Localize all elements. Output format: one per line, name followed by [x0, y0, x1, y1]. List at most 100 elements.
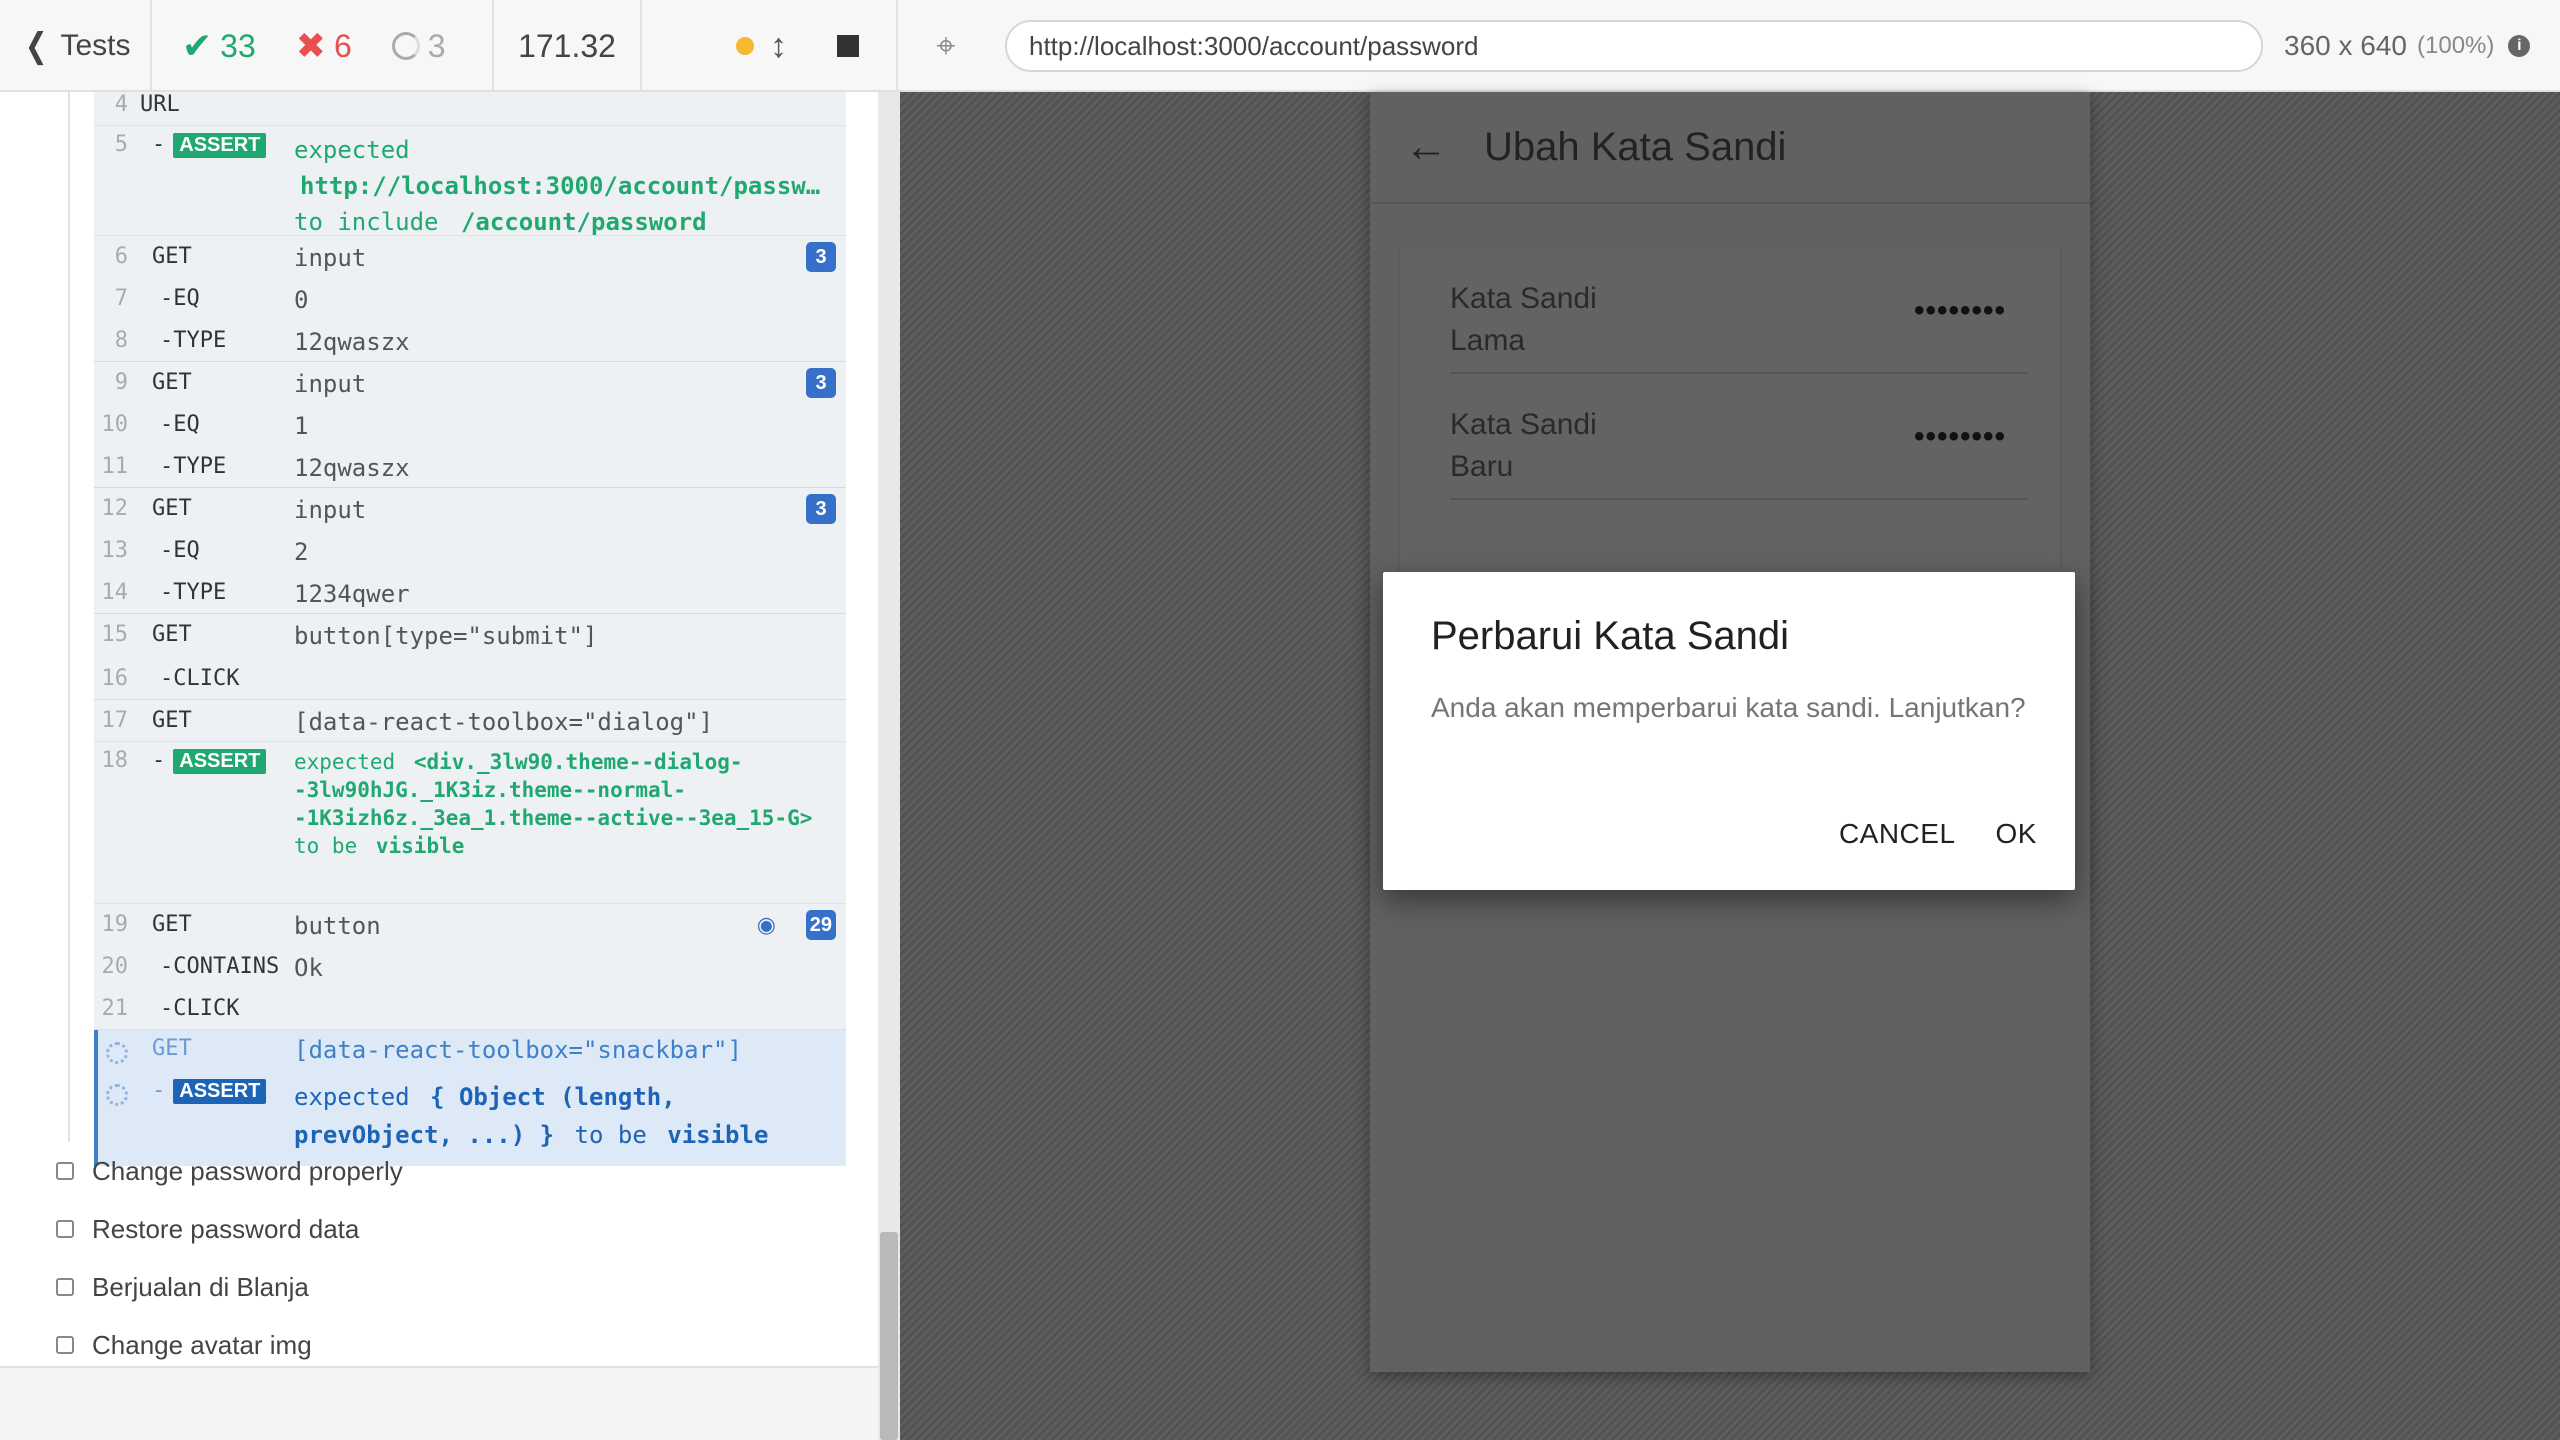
command-name: -CONTAINS — [160, 954, 280, 979]
collapsed-test-icon — [56, 1336, 74, 1354]
label-line-1: Kata Sandi — [1450, 408, 1597, 441]
line-number: 5 — [114, 132, 128, 157]
old-password-label: Kata Sandi Lama — [1450, 278, 1597, 362]
command-log: 4 URL 5 - ASSERT expected http://localhos… — [94, 92, 846, 1166]
pending-count: 3 — [427, 27, 446, 64]
line-number: 19 — [101, 912, 129, 937]
assert-expected: expected — [294, 136, 410, 164]
log-row[interactable]: 9 GET input 3 — [94, 362, 846, 404]
selector-playground-button[interactable]: ⌖ — [898, 0, 994, 92]
command-message: input — [294, 496, 367, 524]
x-icon: ✖ — [295, 25, 326, 66]
viewport-info: 360 x 640 (100%) i — [2284, 0, 2531, 92]
assert-value: { Object (length, — [430, 1083, 676, 1111]
test-item[interactable]: Restore password data — [56, 1200, 836, 1258]
auto-scroll-icon[interactable]: ↕ — [770, 27, 787, 66]
assert-target: visible — [375, 834, 465, 858]
log-row[interactable]: 7 -EQ 0 — [94, 278, 846, 320]
log-row[interactable]: 10 -EQ 1 — [94, 404, 846, 446]
tests-label: Tests — [60, 29, 131, 62]
log-row[interactable]: 8 -TYPE 12qwaszx — [94, 320, 846, 362]
panel-footer — [0, 1366, 878, 1440]
test-title: Restore password data — [92, 1213, 360, 1244]
log-row[interactable]: 13 -EQ 2 — [94, 530, 846, 572]
line-number: 13 — [101, 538, 129, 563]
log-row[interactable]: 21 -CLICK — [94, 988, 846, 1030]
log-row[interactable]: 11 -TYPE 12qwaszx — [94, 446, 846, 488]
stop-icon — [837, 35, 859, 57]
viewport-size: 360 x 640 — [2284, 30, 2407, 61]
old-password-value: •••••••• — [1913, 294, 2006, 327]
chevron-left-icon: ❮ — [24, 27, 48, 65]
test-item[interactable]: Berjualan di Blanja — [56, 1258, 836, 1316]
line-number: 15 — [101, 622, 129, 647]
log-row[interactable]: 16 -CLICK — [94, 658, 846, 700]
pending-stat: 3 — [391, 27, 446, 65]
line-number: 18 — [101, 748, 129, 773]
command-message: 12qwaszx — [294, 328, 410, 356]
assert-badge: ASSERT — [173, 1079, 267, 1104]
log-row[interactable]: 4 URL — [94, 92, 846, 126]
collapsed-test-icon — [56, 1220, 74, 1238]
assert-message: expected http://localhost:3000/account/p… — [294, 132, 846, 240]
test-item[interactable]: Change password properly — [56, 1142, 836, 1200]
command-name: GET — [152, 622, 192, 647]
assert-value: <div._3lw90.theme--dialog- — [413, 750, 743, 774]
tests-back-button[interactable]: ❮ Tests — [0, 0, 152, 92]
log-row[interactable]: 20 -CONTAINS Ok — [94, 946, 846, 988]
line-number: 11 — [101, 454, 129, 479]
command-name: -CLICK — [160, 996, 240, 1021]
log-row[interactable]: 15 GET button[type="submit"] — [94, 614, 846, 658]
ok-button[interactable]: OK — [1982, 808, 2051, 860]
log-row[interactable]: 14 -TYPE 1234qwer — [94, 572, 846, 614]
pending-log-row[interactable]: GET [data-react-toolbox="snackbar"] — [94, 1030, 846, 1074]
command-message: Ok — [294, 954, 323, 982]
test-title: Change avatar img — [92, 1329, 312, 1360]
command-message: 12qwaszx — [294, 454, 410, 482]
command-message: input — [294, 244, 367, 272]
command-name: GET — [152, 1036, 192, 1061]
command-message: 1234qwer — [294, 580, 410, 608]
spinner-icon — [106, 1084, 128, 1106]
line-number: 21 — [101, 996, 129, 1021]
old-password-field[interactable]: Kata Sandi Lama •••••••• — [1450, 248, 2028, 374]
failed-count: 6 — [333, 27, 352, 64]
element-count-badge: 3 — [806, 494, 836, 524]
cancel-button[interactable]: CANCEL — [1825, 808, 1970, 860]
log-row[interactable]: 19 GET button ◉ 29 — [94, 904, 846, 946]
assert-op: to be — [294, 834, 358, 858]
log-scrollbar-thumb[interactable] — [880, 1232, 898, 1440]
info-icon[interactable]: i — [2508, 35, 2531, 57]
log-row[interactable]: 5 - ASSERT expected http://localhost:3000… — [94, 126, 846, 236]
line-number: 14 — [101, 580, 129, 605]
new-password-field[interactable]: Kata Sandi Baru •••••••• — [1450, 374, 2028, 500]
command-name: GET — [152, 912, 192, 937]
command-dash: - — [152, 748, 166, 773]
collapsed-test-icon — [56, 1278, 74, 1296]
stop-button[interactable] — [800, 0, 898, 92]
log-row[interactable]: 17 GET [data-react-toolbox="dialog"] — [94, 700, 846, 742]
duration: 171.32 — [494, 0, 642, 92]
dialog-actions: CANCEL OK — [1825, 808, 2051, 860]
passed-stat: ✔ 33 — [182, 25, 256, 67]
assert-value-2: -3lw90hJG._1K3iz.theme--normal- — [294, 778, 686, 802]
pending-bar — [94, 1030, 98, 1074]
label-line-2: Lama — [1450, 324, 1526, 357]
log-row[interactable]: 18 - ASSERT expected <div._3lw90.theme--d… — [94, 742, 846, 904]
eye-slash-icon: ◉ — [756, 912, 776, 937]
assert-value: http://localhost:3000/account/passw… — [300, 172, 821, 200]
command-message: [data-react-toolbox="dialog"] — [294, 708, 714, 736]
line-number: 8 — [114, 328, 128, 353]
command-name: URL — [140, 92, 180, 117]
check-icon: ✔ — [182, 25, 213, 66]
test-title: Berjualan di Blanja — [92, 1271, 309, 1302]
log-row[interactable]: 12 GET input 3 — [94, 488, 846, 530]
log-row[interactable]: 6 GET input 3 — [94, 236, 846, 278]
url-bar[interactable]: http://localhost:3000/account/password — [1005, 20, 2263, 72]
command-name: -EQ — [160, 538, 200, 563]
arrow-left-icon[interactable]: ← — [1404, 122, 1474, 172]
running-indicator-icon — [736, 37, 754, 55]
command-message: input — [294, 370, 367, 398]
assert-target: /account/password — [460, 208, 707, 236]
command-name: -TYPE — [160, 580, 227, 605]
